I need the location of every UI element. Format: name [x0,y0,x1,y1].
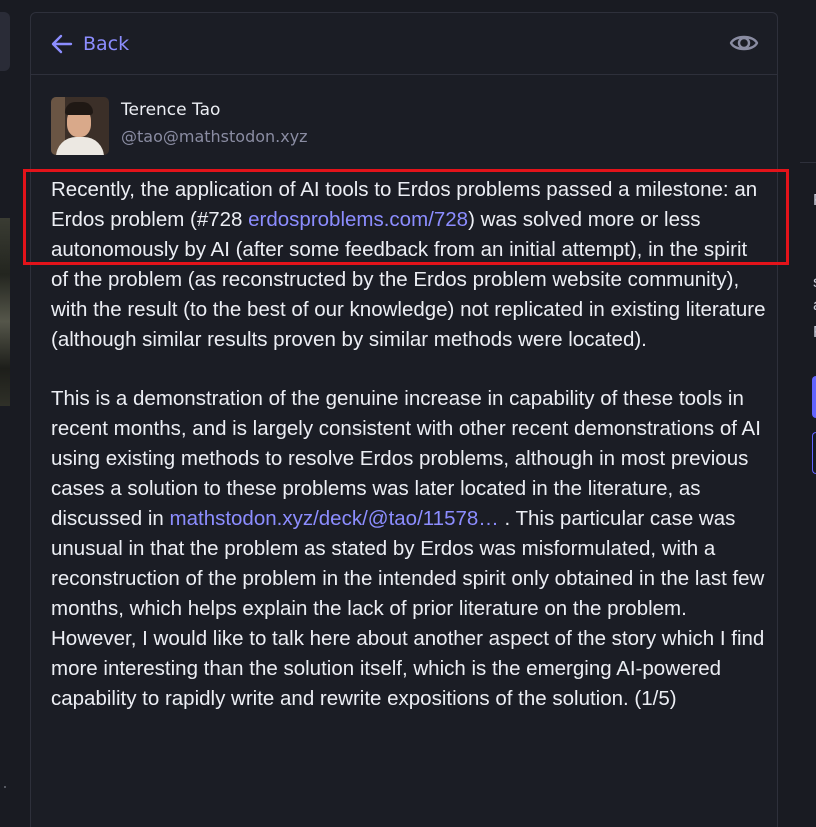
author-display-name[interactable]: Terence Tao [121,99,308,121]
left-column-dot [4,786,6,788]
thread-column: Back Terence Tao @tao@mathstodon.xyz Rec… [30,12,778,827]
right-column-edge: F s a F [800,162,816,827]
post-link-mathstodon[interactable]: mathstodon.xyz/deck/@tao/11578… [170,507,499,530]
right-column-secondary-button[interactable] [812,432,816,474]
back-button[interactable]: Back [51,30,129,58]
column-header: Back [31,13,777,75]
post-content: Recently, the application of AI tools to… [51,175,767,714]
arrow-left-icon [51,34,73,54]
left-column-stub[interactable] [0,12,10,71]
left-column-media-edge [0,218,10,406]
back-label: Back [83,33,130,55]
post-paragraph-1: Recently, the application of AI tools to… [51,178,766,351]
page: Back Terence Tao @tao@mathstodon.xyz Rec… [0,0,816,827]
author-row[interactable]: Terence Tao @tao@mathstodon.xyz [51,97,308,155]
right-column-primary-button[interactable] [812,376,816,418]
author-meta: Terence Tao @tao@mathstodon.xyz [121,100,308,148]
post-paragraph-2: This is a demonstration of the genuine i… [51,387,765,710]
toggle-visibility-button[interactable] [729,31,759,55]
post-link-erdosproblems[interactable]: erdosproblems.com/728 [248,208,468,231]
avatar[interactable] [51,97,109,155]
eye-icon [729,35,759,51]
author-handle[interactable]: @tao@mathstodon.xyz [121,126,308,148]
